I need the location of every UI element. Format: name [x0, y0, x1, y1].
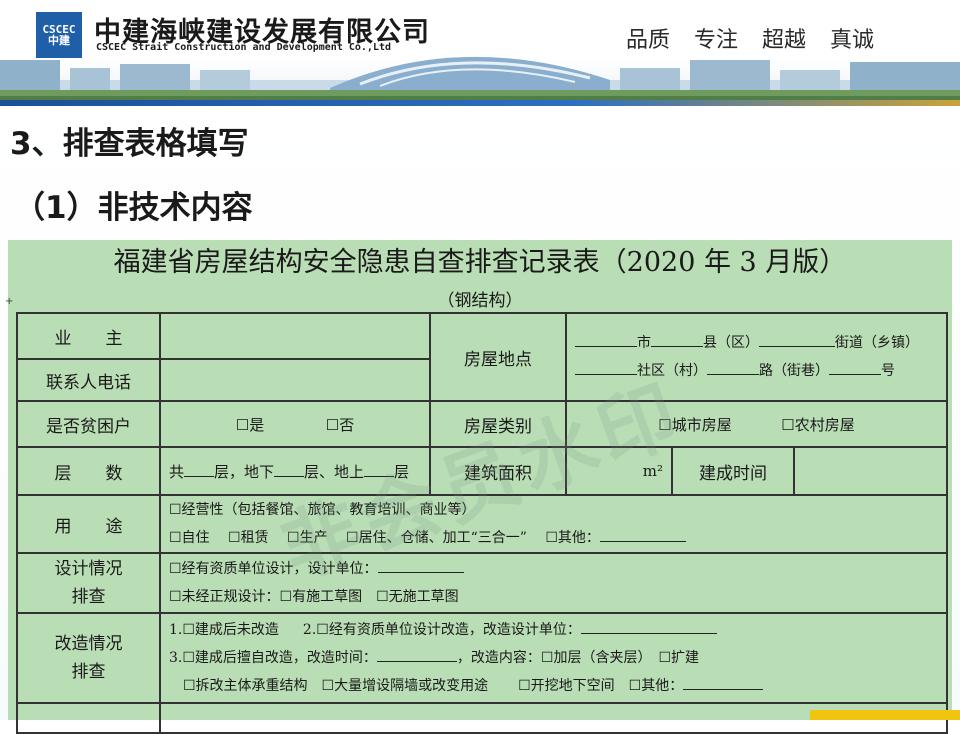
plus-mark: + [5, 296, 14, 307]
header-banner: CSCEC 中建 中建海峡建设发展有限公司 CSCEC Strait Const… [0, 0, 960, 105]
design-line-1: ☐经有资质单位设计，设计单位： [169, 555, 938, 583]
built-value [793, 446, 948, 496]
checkbox-excavation-other[interactable]: ☐开挖地下空间 ☐其他： [518, 678, 683, 694]
table-row [16, 702, 948, 734]
loc-road: 路（街巷） [759, 363, 829, 379]
poor-options: ☐是 ☐否 [159, 400, 431, 448]
slogan-focus: 专注 [694, 28, 739, 53]
loc-number: 号 [881, 363, 895, 379]
loc-county: 县（区） [703, 335, 759, 351]
table-row: 业 主 房屋地点 市县（区） 街道（乡镇） 社区（村） 路（街巷）号 [16, 312, 948, 402]
usage-label: 用 途 [16, 494, 161, 554]
reno-label-line-1: 改造情况 [54, 634, 123, 654]
slogan-quality: 品质 [626, 28, 671, 53]
design-options: ☐经有资质单位设计，设计单位： ☐未经正规设计：☐有施工草图 ☐无施工草图 [159, 552, 948, 614]
checkbox-unauthorized-renovation[interactable]: 3.☐建成后擅自改造，改造时间： [169, 650, 377, 666]
location-line-1: 市 县（区） 街道（乡镇） [575, 329, 938, 357]
checkbox-rural[interactable]: ☐农村房屋 [781, 416, 854, 434]
table-row: 设计情况 排查 ☐经有资质单位设计，设计单位： ☐未经正规设计：☐有施工草图 ☐… [16, 552, 948, 614]
phone-value [159, 358, 431, 402]
table-row: 改造情况 排查 1.☐建成后未改造 2.☐经有资质单位设计改造，改造设计单位： 3… [16, 612, 948, 704]
company-logo: CSCEC 中建 [36, 12, 82, 58]
floors-underground: 层，地下 [214, 462, 275, 481]
checkbox-qualified-renovation[interactable]: 2.☐经有资质单位设计改造，改造设计单位： [303, 622, 581, 638]
reno-label: 改造情况 排查 [16, 612, 161, 704]
slogan-sincerity: 真诚 [830, 28, 875, 53]
checkbox-rent[interactable]: ☐租赁 [228, 530, 269, 546]
design-label-line-2: 排查 [71, 587, 106, 607]
location-label: 房屋地点 [429, 312, 567, 402]
design-label: 设计情况 排查 [16, 552, 161, 614]
form-title: 福建省房屋结构安全隐患自查排查记录表（2020 年 3 月版） [113, 247, 847, 278]
phone-label: 联系人电话 [16, 358, 161, 402]
reno-line-3: ☐拆改主体承重结构 ☐大量增设隔墙或改变用途 ☐开挖地下空间 ☐其他： [169, 672, 938, 700]
checkbox-no[interactable]: ☐否 [326, 416, 354, 434]
owner-label: 业 主 [16, 312, 161, 360]
poor-label: 是否贫困户 [16, 400, 161, 448]
reno-options: 1.☐建成后未改造 2.☐经有资质单位设计改造，改造设计单位： 3.☐建成后擅自改… [159, 612, 948, 704]
reno-content: ，改造内容：☐加层（含夹层） ☐扩建 [456, 650, 700, 666]
reno-label-line-2: 排查 [71, 662, 106, 682]
slogan-surpass: 超越 [762, 28, 807, 53]
checkbox-structural-change[interactable]: ☐拆改主体承重结构 ☐大量增设隔墙或改变用途 [183, 678, 488, 694]
footer-accent-bar [810, 710, 960, 720]
company-name-en: CSCEC Strait Construction and Developmen… [96, 42, 392, 53]
checkbox-self-use[interactable]: ☐自住 [169, 530, 210, 546]
checkbox-usage-other[interactable]: ☐其他： [545, 530, 600, 546]
floors-label: 层 数 [16, 446, 161, 496]
form-subtitle: （钢结构） [437, 291, 523, 311]
floors-total: 共 [169, 462, 185, 481]
slogan-group: 品质 专注 超越 真诚 [626, 22, 874, 54]
owner-value [159, 312, 431, 360]
sub-title: （1）非技术内容 [14, 190, 253, 226]
loc-city: 市 [637, 335, 651, 351]
loc-street: 街道（乡镇） [835, 335, 919, 351]
section-title: 3、排查表格填写 [10, 126, 249, 162]
logo-text-cn: 中建 [48, 34, 70, 47]
reno-line-2: 3.☐建成后擅自改造，改造时间： ，改造内容：☐加层（含夹层） ☐扩建 [169, 644, 938, 672]
design-label-line-1: 设计情况 [54, 559, 123, 579]
next-row-label [16, 702, 161, 734]
checkbox-no-renovation[interactable]: 1.☐建成后未改造 [169, 622, 279, 638]
checkbox-yes[interactable]: ☐是 [236, 416, 264, 434]
reno-line-1: 1.☐建成后未改造 2.☐经有资质单位设计改造，改造设计单位： [169, 616, 938, 644]
checkbox-unqualified-design[interactable]: ☐未经正规设计：☐有施工草图 ☐无施工草图 [169, 583, 938, 611]
